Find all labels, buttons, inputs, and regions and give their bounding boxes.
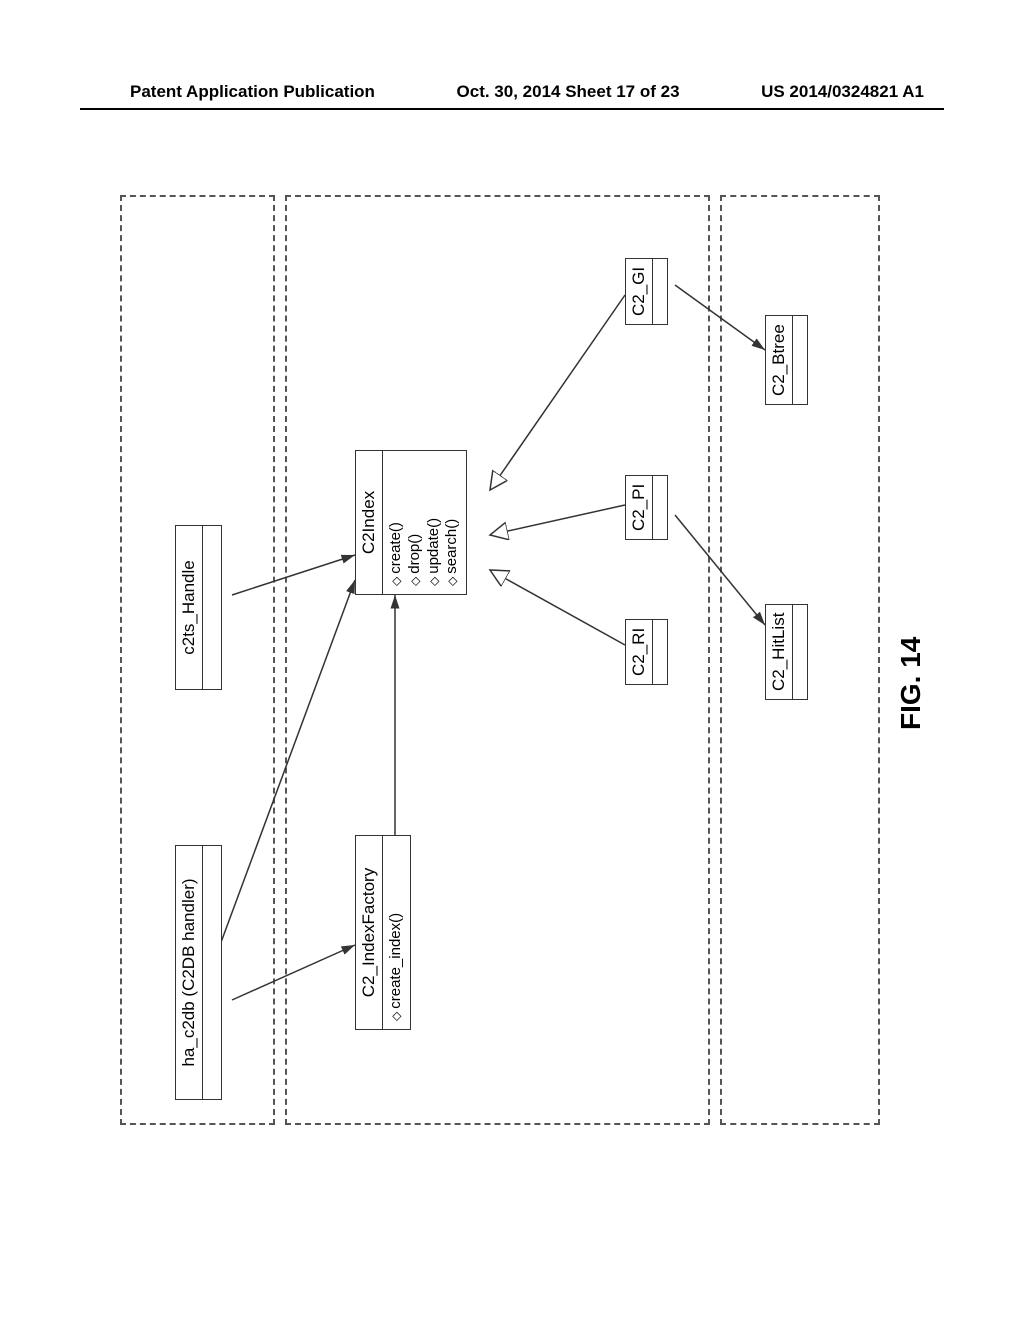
diagram-rotated: ha_c2db (C2DB handler) c2ts_Handle C2_In… [120, 195, 890, 1125]
c2index-title: C2Index [356, 451, 383, 594]
diagram-canvas: ha_c2db (C2DB handler) c2ts_Handle C2_In… [120, 195, 890, 1125]
ha-c2db-title: ha_c2db (C2DB handler) [176, 846, 203, 1099]
c2-gi-title: C2_GI [626, 259, 653, 324]
box-c2-btree: C2_Btree [765, 315, 808, 405]
c2index-method-1: drop() [406, 459, 425, 586]
figure-label: FIG. 14 [895, 637, 927, 730]
box-c2-hitlist: C2_HitList [765, 604, 808, 700]
c2index-method-2: update() [425, 459, 444, 586]
c2-hitlist-title: C2_HitList [766, 605, 793, 699]
indexfactory-method-0: create_index() [387, 844, 406, 1021]
box-c2index: C2Index create() drop() update() search(… [355, 450, 467, 595]
c2-pi-title: C2_PI [626, 476, 653, 539]
header-right: US 2014/0324821 A1 [761, 82, 924, 102]
c2index-method-0: create() [387, 459, 406, 586]
header-middle: Oct. 30, 2014 Sheet 17 of 23 [457, 82, 680, 102]
box-c2-pi: C2_PI [625, 475, 668, 540]
page-header: Patent Application Publication Oct. 30, … [0, 82, 1024, 102]
c2-ri-title: C2_RI [626, 620, 653, 684]
c2index-method-3: search() [443, 459, 462, 586]
header-left: Patent Application Publication [130, 82, 375, 102]
c2ts-handle-title: c2ts_Handle [176, 526, 203, 689]
box-c2ts-handle: c2ts_Handle [175, 525, 222, 690]
box-c2-indexfactory: C2_IndexFactory create_index() [355, 835, 411, 1030]
box-c2-gi: C2_GI [625, 258, 668, 325]
header-rule [80, 108, 944, 110]
c2-indexfactory-title: C2_IndexFactory [356, 836, 383, 1029]
c2-btree-title: C2_Btree [766, 316, 793, 404]
box-ha-c2db: ha_c2db (C2DB handler) [175, 845, 222, 1100]
box-c2-ri: C2_RI [625, 619, 668, 685]
